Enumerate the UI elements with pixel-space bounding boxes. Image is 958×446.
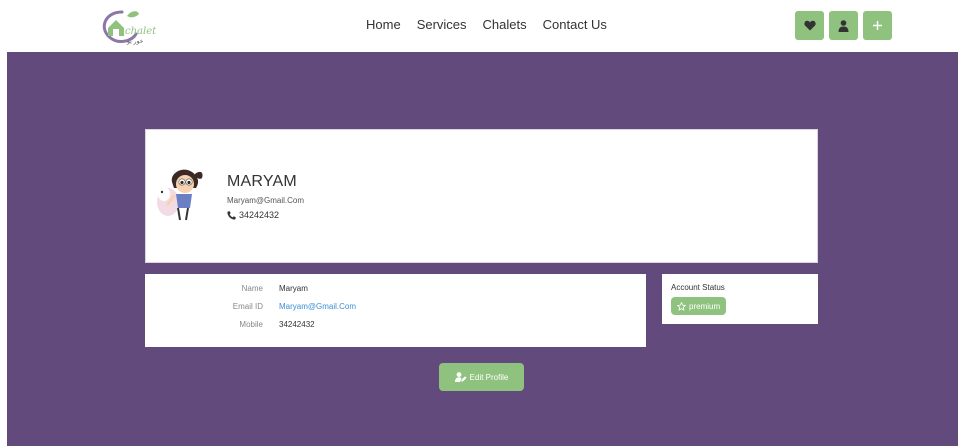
edit-profile-label: Edit Profile xyxy=(469,372,509,382)
avatar xyxy=(154,164,206,224)
main-nav: Home Services Chalets Contact Us xyxy=(366,17,607,32)
header-actions xyxy=(795,11,892,40)
detail-row-name: Name Maryam xyxy=(145,284,646,298)
top-navbar: chalet خور يو Home Services Chalets Cont… xyxy=(0,0,958,52)
profile-phone-number: 34242432 xyxy=(239,210,280,220)
detail-value: 34242432 xyxy=(279,320,315,329)
details-card: Name Maryam Email ID Maryam@Gmail.Com Mo… xyxy=(145,274,646,347)
profile-name: MARYAM xyxy=(227,173,297,190)
favorites-button[interactable] xyxy=(795,11,824,40)
premium-badge-label: premium xyxy=(689,301,721,311)
detail-label: Mobile xyxy=(239,320,263,329)
profile-button[interactable] xyxy=(829,11,858,40)
user-icon xyxy=(838,19,849,32)
nav-services-link[interactable]: Services xyxy=(417,17,467,32)
detail-label: Email ID xyxy=(232,302,263,311)
svg-text:خور يو: خور يو xyxy=(126,38,144,45)
detail-row-mobile: Mobile 34242432 xyxy=(145,320,646,334)
phone-icon xyxy=(227,210,236,220)
star-icon xyxy=(677,301,686,311)
nav-contact-link[interactable]: Contact Us xyxy=(543,17,607,32)
heart-icon xyxy=(803,20,816,31)
edit-profile-button[interactable]: Edit Profile xyxy=(439,363,524,391)
detail-value: Maryam xyxy=(279,284,308,293)
premium-badge[interactable]: premium xyxy=(671,297,727,315)
profile-card: MARYAM Maryam@Gmail.Com 34242432 xyxy=(145,129,818,263)
add-button[interactable] xyxy=(863,11,892,40)
profile-phone: 34242432 xyxy=(227,210,279,220)
account-status-card: Account Status premium xyxy=(662,274,818,324)
detail-email-link[interactable]: Maryam@Gmail.Com xyxy=(279,302,356,311)
detail-label: Name xyxy=(241,284,263,293)
detail-row-email: Email ID Maryam@Gmail.Com xyxy=(145,302,646,316)
account-status-title: Account Status xyxy=(671,283,725,292)
user-edit-icon xyxy=(454,372,467,382)
plus-icon xyxy=(873,21,882,30)
nav-chalets-link[interactable]: Chalets xyxy=(483,17,527,32)
svg-text:chalet: chalet xyxy=(125,26,157,37)
profile-email: Maryam@Gmail.Com xyxy=(227,196,305,205)
site-logo[interactable]: chalet خور يو xyxy=(94,6,164,46)
nav-home-link[interactable]: Home xyxy=(366,17,401,32)
